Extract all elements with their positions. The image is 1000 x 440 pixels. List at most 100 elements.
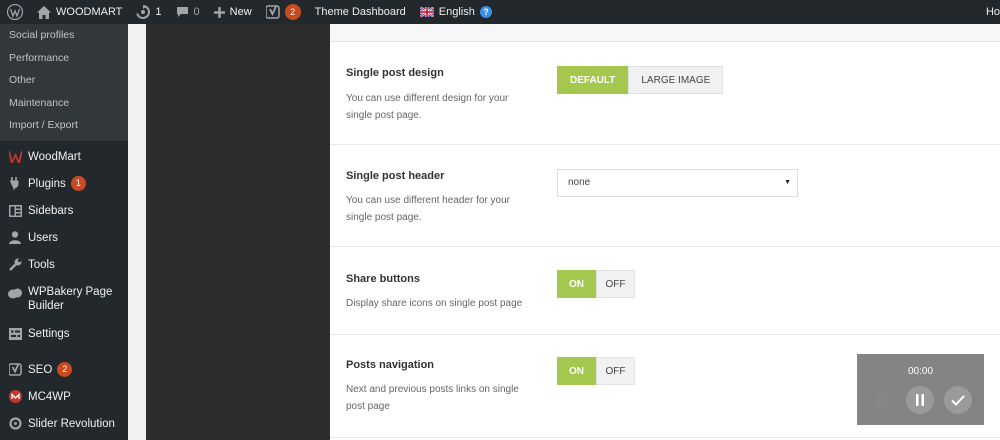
recorder-cancel-button[interactable]	[867, 386, 895, 414]
language-menu[interactable]: English ?	[413, 0, 499, 24]
sidebar-label-sidebars: Sidebars	[28, 204, 74, 217]
language-label: English	[438, 6, 475, 18]
submenu-item-import-export[interactable]: Import / Export	[0, 114, 128, 141]
mc4wp-icon	[8, 390, 22, 404]
sidebar-label-plugins: Plugins	[28, 177, 66, 190]
sidebar-label-users: Users	[28, 231, 59, 244]
wpbakery-label-line1: WPBakery Page	[28, 286, 113, 298]
sidebar-item-woodmart[interactable]: WoodMart	[0, 143, 128, 170]
single-post-header-desc-line1: You can use different header for your	[346, 195, 511, 206]
sidebar-item-tools[interactable]: Tools	[0, 251, 128, 278]
yoast-menu[interactable]: 2	[259, 0, 308, 24]
posts-navigation-toggle: ON OFF	[557, 357, 635, 385]
home-icon	[37, 5, 51, 19]
recorder-done-button[interactable]	[944, 386, 972, 414]
help-icon[interactable]: ?	[479, 6, 492, 18]
pause-icon	[916, 394, 924, 406]
updates-menu[interactable]: 1	[129, 0, 168, 24]
settings-icon	[8, 327, 22, 341]
updates-count: 1	[155, 6, 162, 18]
single-post-header-select[interactable]: none ▼	[557, 169, 798, 197]
sidebars-icon	[8, 204, 22, 218]
plugins-icon	[8, 177, 22, 191]
plugins-badge: 1	[70, 176, 86, 191]
posts-navigation-desc-line2: post page	[346, 401, 390, 412]
theme-settings-submenu: Social profiles Performance Other Mainte…	[0, 24, 128, 141]
single-post-header-desc: You can use different header for your sin…	[346, 192, 531, 226]
submenu-item-other[interactable]: Other	[0, 69, 128, 92]
seo-badge: 2	[57, 362, 73, 377]
uk-flag-icon	[419, 7, 434, 17]
new-label: New	[229, 6, 252, 18]
single-post-header-desc-line2: single post page.	[346, 212, 422, 223]
recorder-pause-button[interactable]	[906, 386, 934, 414]
single-post-design-options: DEFAULT LARGE IMAGE	[557, 66, 724, 94]
posts-navigation-desc: Next and previous posts links on single p…	[346, 381, 531, 415]
single-post-design-title: Single post design	[346, 67, 444, 79]
sidebar-item-wpbakery[interactable]: WPBakery Page Builder	[0, 278, 128, 320]
content-gutter	[128, 24, 146, 440]
share-buttons-title: Share buttons	[346, 273, 420, 285]
close-icon	[875, 394, 887, 406]
submenu-item-social-profiles[interactable]: Social profiles	[0, 24, 128, 47]
sidebar-item-plugins[interactable]: Plugins 1	[0, 170, 128, 197]
comments-menu[interactable]: 0	[169, 0, 207, 24]
sidebar-label-woodmart: WoodMart	[28, 150, 81, 163]
share-buttons-on-button[interactable]: ON	[557, 270, 596, 298]
plus-icon	[213, 6, 225, 18]
design-default-button[interactable]: DEFAULT	[557, 66, 629, 94]
site-name-menu[interactable]: WOODMART	[30, 0, 129, 24]
settings-top-band	[330, 24, 1000, 42]
posts-navigation-desc-line1: Next and previous posts links on single	[346, 384, 519, 395]
comments-count: 0	[193, 6, 200, 18]
wordpress-logo-menu[interactable]	[0, 0, 30, 24]
design-large-image-button[interactable]: LARGE IMAGE	[628, 66, 724, 94]
yoast-badge: 2	[284, 4, 301, 20]
sidebar-item-mc4wp[interactable]: MC4WP	[0, 383, 128, 410]
wordpress-icon	[7, 4, 23, 20]
posts-navigation-off-button[interactable]: OFF	[596, 357, 635, 385]
share-buttons-off-button[interactable]: OFF	[596, 270, 635, 298]
setting-share-buttons: Share buttons Display share icons on sin…	[330, 247, 1000, 335]
sidebar-label-seo: SEO	[28, 363, 53, 376]
my-account-menu[interactable]: Ho	[979, 0, 1000, 24]
updates-icon	[136, 5, 151, 19]
sidebar-label-mc4wp: MC4WP	[28, 390, 71, 403]
posts-navigation-title: Posts navigation	[346, 359, 435, 371]
slider-revolution-icon	[8, 417, 22, 431]
setting-single-post-design: Single post design You can use different…	[330, 42, 1000, 145]
single-post-header-value: none	[568, 177, 591, 188]
sidebar-item-slider-revolution[interactable]: Slider Revolution	[0, 410, 128, 437]
sidebar-item-sidebars[interactable]: Sidebars	[0, 197, 128, 224]
sidebar-label-slider-revolution: Slider Revolution	[28, 417, 115, 430]
theme-dashboard-label: Theme Dashboard	[314, 6, 406, 18]
wpbakery-label-line2: Builder	[28, 300, 64, 312]
theme-settings-nav-panel	[146, 24, 330, 440]
sidebar-label-tools: Tools	[28, 258, 55, 271]
setting-single-post-header: Single post header You can use different…	[330, 145, 1000, 247]
single-post-design-desc-line2: single post page.	[346, 110, 422, 121]
wrench-icon	[8, 258, 22, 272]
recorder-timer: 00:00	[907, 366, 934, 377]
site-name: WOODMART	[56, 6, 123, 18]
comment-icon	[176, 7, 188, 17]
new-content-menu[interactable]: New	[207, 0, 259, 24]
admin-sidebar: Social profiles Performance Other Mainte…	[0, 24, 128, 440]
yoast-icon	[265, 5, 280, 19]
sidebar-item-users[interactable]: Users	[0, 224, 128, 251]
theme-dashboard-link[interactable]: Theme Dashboard	[308, 0, 413, 24]
single-post-design-desc-line1: You can use different design for your	[346, 93, 509, 104]
wpbakery-icon	[8, 286, 22, 300]
yoast-seo-icon	[8, 363, 22, 377]
chevron-down-icon: ▼	[784, 179, 791, 186]
posts-navigation-on-button[interactable]: ON	[557, 357, 596, 385]
submenu-item-maintenance[interactable]: Maintenance	[0, 92, 128, 115]
sidebar-label-settings: Settings	[28, 327, 70, 340]
submenu-item-performance[interactable]: Performance	[0, 47, 128, 70]
woodmart-icon	[8, 150, 22, 164]
users-icon	[8, 231, 22, 245]
share-buttons-toggle: ON OFF	[557, 270, 635, 298]
sidebar-item-seo[interactable]: SEO 2	[0, 356, 128, 383]
single-post-header-title: Single post header	[346, 170, 445, 182]
sidebar-item-settings[interactable]: Settings	[0, 320, 128, 347]
